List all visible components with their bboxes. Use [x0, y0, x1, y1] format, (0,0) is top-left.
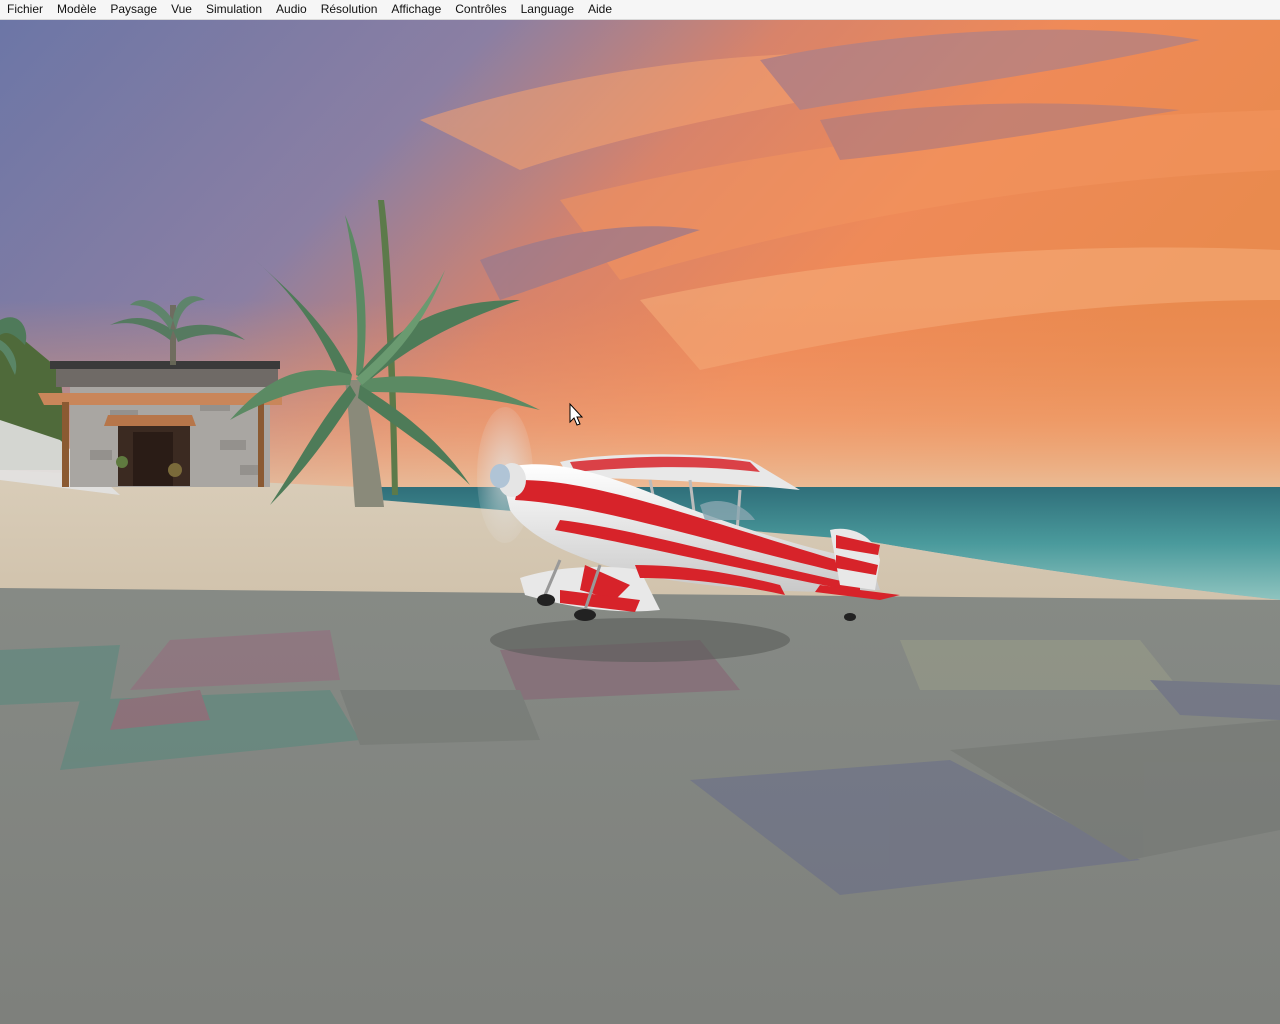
- menu-simulation[interactable]: Simulation: [199, 0, 269, 19]
- aircraft-shadow: [490, 618, 790, 662]
- menu-resolution[interactable]: Résolution: [314, 0, 385, 19]
- menu-controles[interactable]: Contrôles: [448, 0, 513, 19]
- menu-fichier[interactable]: Fichier: [0, 0, 50, 19]
- menu-aide[interactable]: Aide: [581, 0, 619, 19]
- menu-paysage[interactable]: Paysage: [103, 0, 164, 19]
- menu-affichage[interactable]: Affichage: [384, 0, 448, 19]
- menu-vue[interactable]: Vue: [164, 0, 199, 19]
- menu-bar: Fichier Modèle Paysage Vue Simulation Au…: [0, 0, 1280, 20]
- beach-house: [38, 361, 282, 487]
- scene-render: [0, 19, 1280, 1024]
- menu-modele[interactable]: Modèle: [50, 0, 103, 19]
- menu-audio[interactable]: Audio: [269, 0, 314, 19]
- 3d-viewport[interactable]: [0, 19, 1280, 1024]
- menu-language[interactable]: Language: [514, 0, 581, 19]
- flight-simulator-window: Fichier Modèle Paysage Vue Simulation Au…: [0, 0, 1280, 1024]
